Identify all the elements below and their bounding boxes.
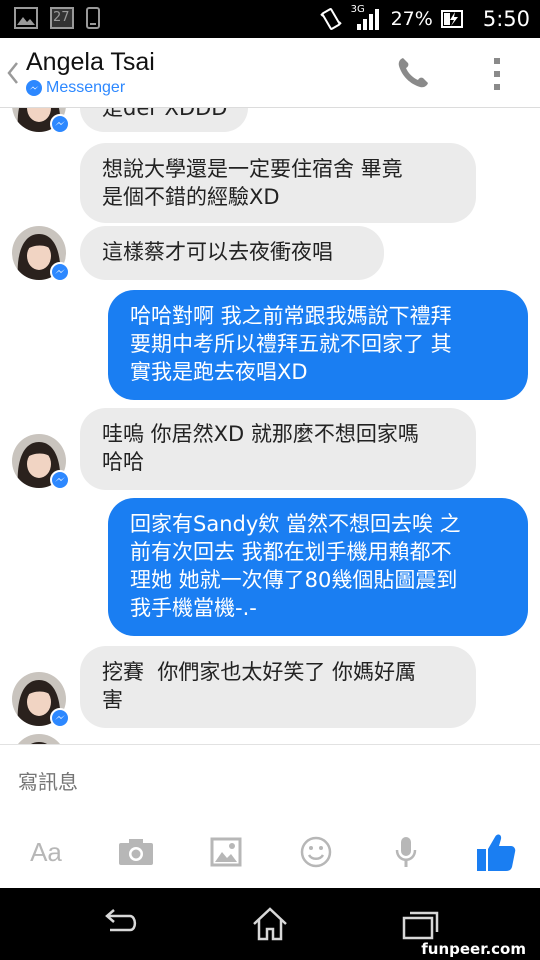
- image-icon: [210, 837, 242, 867]
- message-bubble-outgoing[interactable]: 哈哈對啊 我之前常跟我媽說下禮拜 要期中考所以禮拜五就不回家了 其 實我是跑去夜…: [108, 290, 528, 400]
- message-bubble-outgoing[interactable]: 回家有Sandy欸 當然不想回去唉 之 前有次回去 我都在划手機用賴都不 理她 …: [108, 498, 528, 636]
- messenger-badge-icon: [50, 262, 70, 282]
- calendar-notification-badge: 27: [53, 10, 70, 25]
- compose-area: Aa: [0, 744, 540, 888]
- battery-charging-icon: [440, 10, 463, 28]
- message-line: 我手機當機-.-: [130, 596, 257, 620]
- message-bubble-incoming[interactable]: 這樣蔡才可以去夜衝夜唱: [80, 226, 384, 280]
- avatar[interactable]: [12, 434, 70, 490]
- gallery-button[interactable]: [204, 827, 248, 877]
- avatar[interactable]: [12, 672, 70, 728]
- avatar[interactable]: [12, 734, 66, 744]
- recent-apps-icon[interactable]: [400, 906, 440, 942]
- avatar[interactable]: [12, 108, 70, 134]
- message-line: 實我是跑去夜唱XD: [130, 360, 308, 384]
- message-thread[interactable]: 是der XDDD 想說大學還是一定要住宿舍 畢竟 是個不錯的經驗XD 這樣蔡才…: [0, 108, 540, 744]
- thumbs-up-icon: [477, 834, 516, 871]
- status-bar: 27 3G 27% 5:50: [0, 0, 540, 38]
- message-line: 要期中考所以禮拜五就不回家了 其: [130, 332, 452, 356]
- message-line: 害: [102, 688, 123, 712]
- vibrate-icon: [319, 8, 342, 30]
- message-bubble-incoming[interactable]: 挖賽 你們家也太好笑了 你媽好厲 害: [80, 646, 476, 728]
- back-chevron-icon[interactable]: [5, 60, 21, 86]
- battery-percent: 27%: [390, 8, 433, 30]
- message-line: 想說大學還是一定要住宿舍 畢竟: [102, 157, 403, 181]
- microphone-icon: [395, 837, 417, 867]
- messenger-badge-icon: [50, 708, 70, 728]
- message-line: 哈哈對啊 我之前常跟我媽說下禮拜: [130, 304, 452, 328]
- gallery-notification-icon: [14, 7, 38, 29]
- messenger-badge-icon: [50, 114, 70, 134]
- message-line: 哈哈: [102, 450, 144, 474]
- message-line: 是個不錯的經驗XD: [102, 185, 280, 209]
- message-line: 前有次回去 我都在划手機用賴都不: [130, 540, 452, 564]
- camera-button[interactable]: [114, 827, 158, 877]
- message-bubble-incoming[interactable]: 哇嗚 你居然XD 就那麼不想回家嗎 哈哈: [80, 408, 476, 490]
- message-line: 理她 她就一次傳了80幾個貼圖震到: [130, 568, 458, 592]
- voice-button[interactable]: [384, 827, 428, 877]
- camera-icon: [119, 839, 153, 865]
- contact-name[interactable]: Angela Tsai: [26, 48, 155, 77]
- text-style-button[interactable]: Aa: [24, 827, 68, 877]
- phone-call-icon[interactable]: [394, 54, 432, 92]
- message-input[interactable]: [18, 767, 518, 797]
- message-line: 挖賽 你們家也太好笑了 你媽好厲: [102, 660, 417, 684]
- avatar-photo: [12, 734, 66, 744]
- messenger-label-text: Messenger: [46, 79, 126, 96]
- like-button[interactable]: [472, 827, 520, 877]
- message-text: 這樣蔡才可以去夜衝夜唱: [102, 240, 333, 264]
- conversation-header: Angela Tsai Messenger: [0, 38, 540, 108]
- message-line: 哇嗚 你居然XD 就那麼不想回家嗎: [102, 422, 419, 446]
- emoji-button[interactable]: [294, 827, 338, 877]
- messenger-badge-icon: [50, 470, 70, 490]
- more-options-icon[interactable]: [490, 56, 504, 92]
- home-nav-icon[interactable]: [250, 906, 290, 942]
- message-line: 回家有Sandy欸 當然不想回去唉 之: [130, 512, 461, 536]
- message-bubble-incoming[interactable]: 想說大學還是一定要住宿舍 畢竟 是個不錯的經驗XD: [80, 143, 476, 223]
- text-style-label: Aa: [30, 836, 62, 867]
- avatar[interactable]: [12, 226, 70, 282]
- network-signal-indicator: 3G: [351, 4, 383, 32]
- phone-device-icon: [86, 7, 100, 29]
- messenger-label: Messenger: [26, 79, 125, 97]
- smiley-icon: [300, 836, 332, 868]
- system-nav-bar: funpeer.com: [0, 888, 540, 960]
- message-text: 是der XDDD: [102, 108, 228, 120]
- calendar-notification-icon: 27: [50, 7, 74, 29]
- clock: 5:50: [482, 7, 530, 31]
- signal-icon: [356, 9, 379, 30]
- compose-toolbar: Aa: [0, 827, 540, 877]
- messenger-bolt-icon: [26, 80, 42, 96]
- back-nav-icon[interactable]: [100, 906, 140, 942]
- watermark: funpeer.com: [421, 940, 526, 958]
- message-bubble-incoming[interactable]: 是der XDDD: [80, 108, 248, 132]
